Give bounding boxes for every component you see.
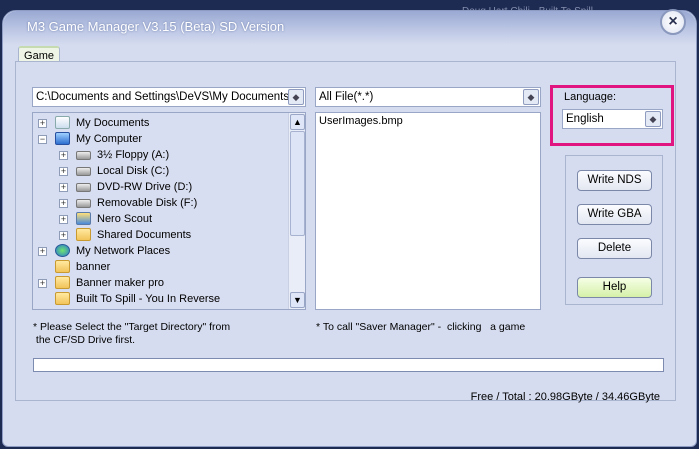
expand-icon[interactable]: + — [59, 199, 68, 208]
disk-space-status: Free / Total : 20.98GByte / 34.46GByte — [470, 391, 660, 403]
tree-item[interactable]: Built To Spill - You In Reverse — [33, 291, 283, 307]
title-bar: M3 Game Manager V3.15 (Beta) SD Version … — [3, 9, 696, 45]
tree-item-label: DVD-RW Drive (D:) — [97, 181, 193, 193]
note-line: * Please Select the "Target Directory" f… — [33, 321, 231, 333]
folder-icon — [76, 228, 91, 241]
help-button[interactable]: Help — [577, 277, 652, 298]
file-filter-value: All File(*.*) — [319, 91, 374, 103]
note-target-directory: * Please Select the "Target Directory" f… — [33, 321, 230, 347]
language-group: Language: English ◆ — [550, 85, 674, 146]
combo-arrows-icon[interactable]: ◆ — [288, 89, 304, 105]
tree-item-label: Local Disk (C:) — [97, 165, 170, 177]
tree-item[interactable]: + My Network Places — [33, 243, 283, 259]
path-combo[interactable]: C:\Documents and Settings\DeVS\My Docume… — [32, 87, 306, 107]
expand-icon[interactable]: + — [59, 183, 68, 192]
comp-icon — [55, 132, 70, 145]
path-combo-value: C:\Documents and Settings\DeVS\My Docume… — [36, 91, 290, 103]
file-list[interactable]: UserImages.bmp — [315, 112, 541, 310]
scroll-thumb[interactable] — [290, 131, 305, 236]
drive-icon — [76, 167, 91, 176]
folder-icon — [55, 260, 70, 273]
tree-item[interactable]: − My Computer — [33, 131, 283, 147]
write-nds-button[interactable]: Write NDS — [577, 170, 652, 191]
tree-item-label: banner — [76, 261, 111, 273]
tree-item[interactable]: + Local Disk (C:) — [33, 163, 283, 179]
expand-icon[interactable]: + — [59, 215, 68, 224]
drive-icon — [76, 151, 91, 160]
delete-button[interactable]: Delete — [577, 238, 652, 259]
tree-item-label: Nero Scout — [97, 213, 153, 225]
note-saver-manager: * To call "Saver Manager" - clicking a g… — [316, 321, 526, 333]
scroll-down-icon[interactable]: ▼ — [290, 292, 305, 308]
scroll-up-icon[interactable]: ▲ — [290, 114, 305, 130]
expand-icon[interactable]: + — [59, 231, 68, 240]
expand-icon[interactable]: + — [38, 279, 47, 288]
expand-icon[interactable]: + — [38, 247, 47, 256]
folder-icon — [55, 276, 70, 289]
window-title: M3 Game Manager V3.15 (Beta) SD Version — [27, 19, 285, 34]
tree-item-label: My Documents — [76, 117, 150, 129]
tree-item-label: My Computer — [76, 133, 143, 145]
net-icon — [55, 244, 70, 257]
tree-item-label: Built To Spill - You In Reverse — [76, 293, 221, 305]
tree-item-label: My Network Places — [76, 245, 171, 257]
docs-icon — [55, 116, 70, 129]
expand-icon[interactable]: + — [38, 119, 47, 128]
language-label: Language: — [564, 91, 616, 103]
folder-icon — [55, 292, 70, 305]
note-line: the CF/SD Drive first. — [33, 334, 136, 346]
language-value: English — [566, 113, 604, 125]
tree-scrollbar[interactable]: ▲ ▼ — [288, 113, 305, 309]
progress-bar — [33, 358, 664, 372]
tree-item[interactable]: + Removable Disk (F:) — [33, 195, 283, 211]
combo-arrows-icon[interactable]: ◆ — [523, 89, 539, 105]
folder-tree[interactable]: ▲ ▼ + My Documents − My Computer +3½ Floppy … — [32, 112, 306, 310]
file-filter-combo[interactable]: All File(*.*) ◆ — [315, 87, 541, 107]
tree-item-label: 3½ Floppy (A:) — [97, 149, 170, 161]
tree-item[interactable]: + My Documents — [33, 115, 283, 131]
tree-item-label: Banner maker pro — [76, 277, 165, 289]
tree-item[interactable]: + Nero Scout — [33, 211, 283, 227]
close-button[interactable]: × — [660, 9, 686, 35]
drive-icon — [76, 199, 91, 208]
tree-item[interactable]: + Shared Documents — [33, 227, 283, 243]
tree-item[interactable]: banner — [33, 259, 283, 275]
collapse-icon[interactable]: − — [38, 135, 47, 144]
tree-item[interactable]: + DVD-RW Drive (D:) — [33, 179, 283, 195]
file-item[interactable]: UserImages.bmp — [319, 113, 403, 129]
tree-item[interactable]: +3½ Floppy (A:) — [33, 147, 283, 163]
write-gba-button[interactable]: Write GBA — [577, 204, 652, 225]
drive-icon — [76, 183, 91, 192]
expand-icon[interactable]: + — [59, 151, 68, 160]
expand-icon[interactable]: + — [59, 167, 68, 176]
tree-item-label: Shared Documents — [97, 229, 192, 241]
combo-arrows-icon[interactable]: ◆ — [645, 111, 661, 127]
scout-icon — [76, 212, 91, 225]
tree-item[interactable]: + Banner maker pro — [33, 275, 283, 291]
language-select[interactable]: English ◆ — [562, 109, 663, 129]
tree-item-label: Removable Disk (F:) — [97, 197, 198, 209]
